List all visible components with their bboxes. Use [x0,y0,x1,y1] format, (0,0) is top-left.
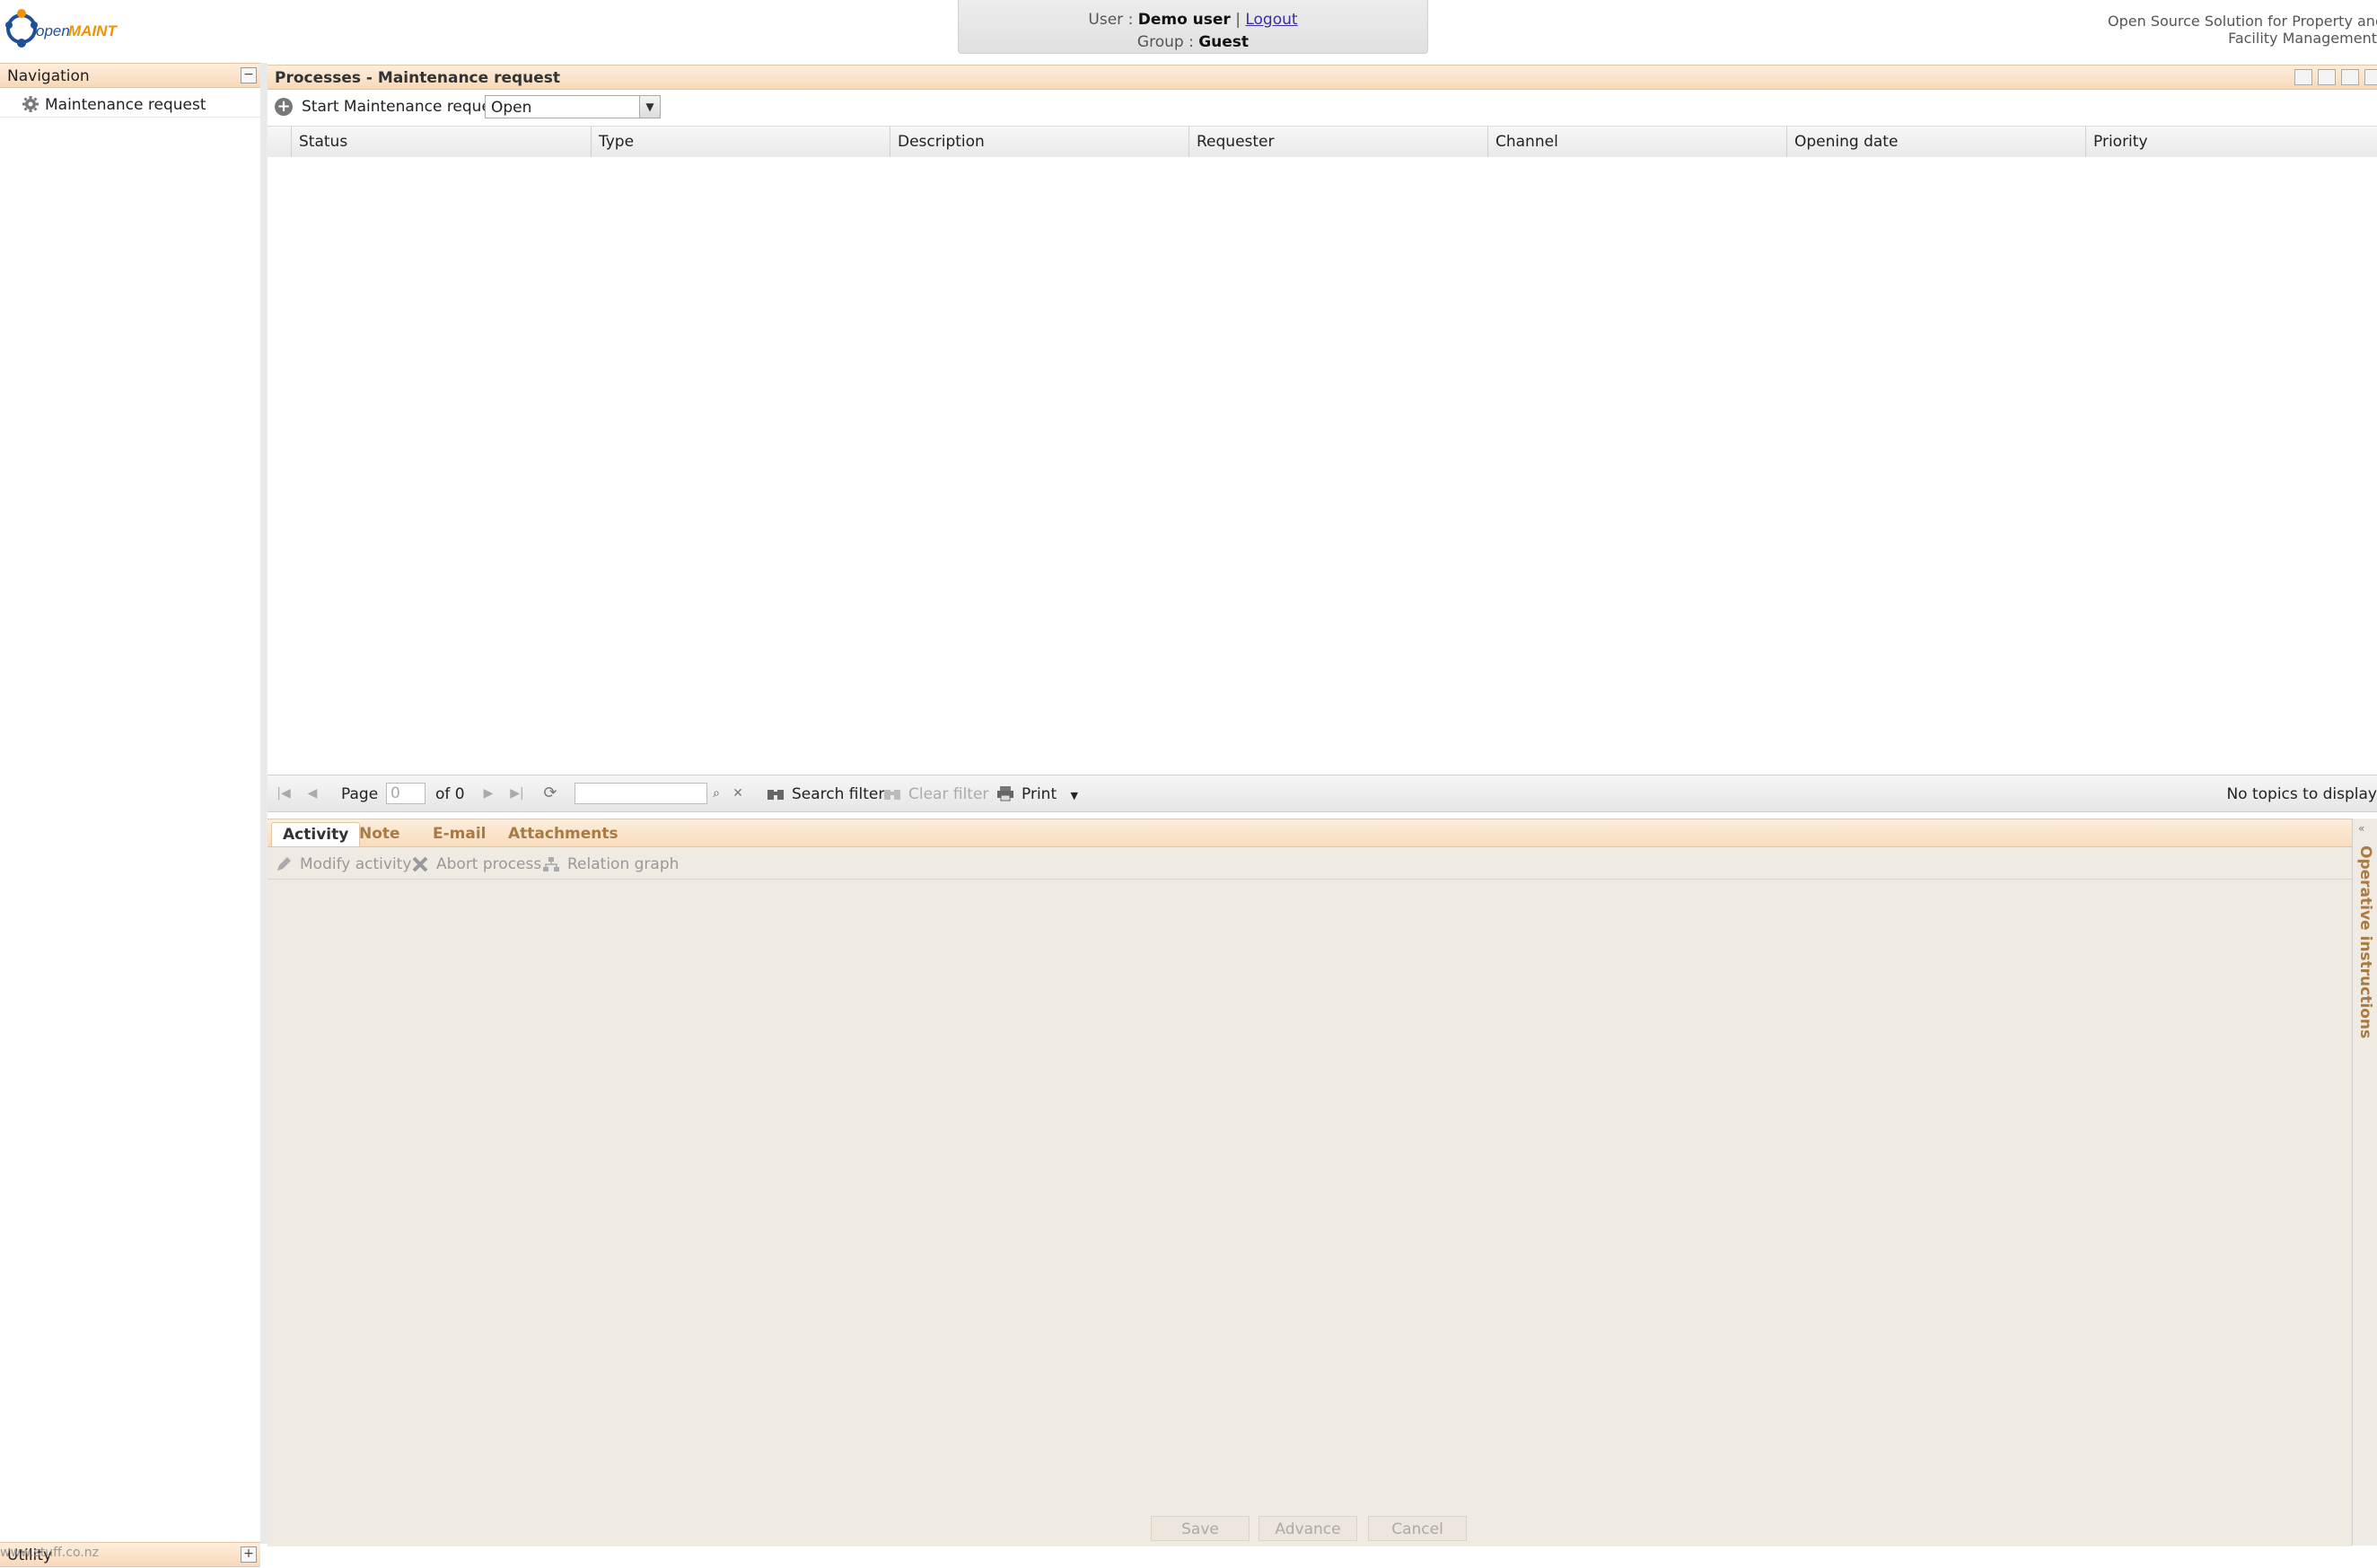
sidebar-splitter[interactable] [260,63,268,1544]
printer-icon [997,786,1013,802]
column-description[interactable]: Description [890,127,1188,157]
search-icon[interactable]: ⌕ [707,784,725,802]
start-button-label: Start Maintenance request [302,98,505,116]
tab-attachments[interactable]: Attachments [497,822,629,846]
graph-icon [543,857,559,872]
grid-body [268,157,2377,775]
page-label: Page [341,785,379,803]
relation-graph-button[interactable]: Relation graph [542,855,679,873]
binoculars-icon [767,790,784,800]
expand-icon[interactable]: + [241,1546,257,1563]
processes-title: Processes - Maintenance request [275,69,561,87]
last-page-icon[interactable]: ▶| [508,784,526,802]
openmaint-logo[interactable]: open MAINT [4,5,120,52]
processes-header: Processes - Maintenance request [268,65,2377,90]
column-status[interactable]: Status [291,127,591,157]
caret-down-icon: ▼ [1070,790,1078,802]
collapse-icon[interactable]: − [241,67,257,83]
modify-activity-label: Modify activity [300,855,412,873]
user-line: User : Demo user | Logout [959,9,1427,31]
svg-text:open: open [36,22,70,39]
add-icon: + [275,98,293,116]
page-number-input[interactable]: 0 [386,783,425,804]
cancel-button[interactable]: Cancel [1368,1516,1467,1541]
processes-panel: Processes - Maintenance request + Start … [268,65,2377,1546]
maximize-icon[interactable] [2341,69,2359,85]
tagline-line1: Open Source Solution for Property and [2108,13,2377,30]
advance-button[interactable]: Advance [1259,1516,1357,1541]
modify-activity-button[interactable]: Modify activity [275,855,411,873]
status-filter-value: Open [491,99,532,117]
navigation-title: Navigation [7,67,90,85]
search-filter-button[interactable]: Search filter [767,784,884,804]
column-requester[interactable]: Requester [1188,127,1487,157]
navigation-header: Navigation − [0,63,260,88]
app-header: open MAINT User : Demo user | Logout Gro… [0,0,2377,56]
save-button[interactable]: Save [1151,1516,1250,1541]
operative-instructions-panel[interactable]: « Operative instructions [2352,819,2377,1546]
gear-icon [22,96,39,112]
page-total: of 0 [435,785,465,803]
start-maintenance-request-button[interactable]: + Start Maintenance request [275,95,504,118]
user-info-box: User : Demo user | Logout Group : Guest [958,0,1428,54]
no-topics-text: No topics to display [2226,785,2377,803]
clear-filter-button[interactable]: Clear filter [883,784,988,804]
status-filter-select[interactable]: Open ▼ [485,95,661,118]
group-line: Group : Guest [959,31,1427,54]
next-page-icon[interactable]: ▶ [479,784,497,802]
print-window-icon[interactable] [2364,69,2377,85]
group-label: Group : [1136,33,1194,51]
processes-toolbar: + Start Maintenance request Open ▼ [268,92,2377,122]
expand-left-icon[interactable]: « [2358,822,2364,835]
navigation-panel: Navigation − Maintenance request Utility… [0,63,261,1567]
column-opening-date[interactable]: Opening date [1786,127,2085,157]
clear-filter-label: Clear filter [908,785,989,803]
tab-note[interactable]: Note [348,822,411,846]
clear-icon[interactable]: ✕ [729,784,747,802]
relation-graph-label: Relation graph [567,855,680,873]
form-buttons: Save Advance Cancel [268,1511,2352,1546]
list-icon[interactable] [2294,69,2312,85]
close-icon [412,856,428,872]
grid-header: Status Type Description Requester Channe… [268,126,2377,158]
pagination-toolbar: |◀ ◀ Page 0 of 0 ▶ ▶| ⟳ ⌕ ✕ Search filte… [268,775,2377,812]
first-page-icon[interactable]: |◀ [275,784,293,802]
svg-text:MAINT: MAINT [68,22,118,39]
operative-instructions-label: Operative instructions [2356,845,2374,1039]
user-name: Demo user [1137,11,1231,29]
print-button[interactable]: Print ▼ [996,784,1078,806]
group-name: Guest [1198,33,1250,51]
print-label: Print [1022,785,1057,803]
column-priority[interactable]: Priority [2085,127,2377,157]
user-label: User : [1088,11,1134,29]
minimize-icon[interactable] [2318,69,2336,85]
prev-page-icon[interactable]: ◀ [303,784,321,802]
column-channel[interactable]: Channel [1487,127,1786,157]
detail-panel: Activity Note E-mail Attachments Modify … [268,819,2352,1546]
abort-process-label: Abort process [436,855,542,873]
detail-tabs: Activity Note E-mail Attachments [268,819,2352,847]
chevron-down-icon[interactable]: ▼ [639,96,660,118]
nav-item-maintenance-request[interactable]: Maintenance request [0,93,260,118]
binoculars-icon [884,790,900,800]
search-filter-label: Search filter [792,785,885,803]
nav-item-label: Maintenance request [45,96,206,114]
tagline: Open Source Solution for Property and Fa… [2108,13,2377,47]
quick-search-input[interactable] [575,783,707,804]
page-number-value: 0 [390,784,400,802]
logout-link[interactable]: Logout [1245,11,1297,29]
separator: | [1235,11,1241,29]
column-type[interactable]: Type [591,127,890,157]
refresh-icon[interactable]: ⟳ [541,784,559,802]
tab-email[interactable]: E-mail [422,822,497,846]
tagline-line2: Facility Management [2228,30,2377,47]
tab-activity[interactable]: Activity [271,822,361,846]
abort-process-button[interactable]: Abort process [411,855,541,873]
detail-toolbar: Modify activity Abort process Relation g… [268,848,2352,880]
pencil-icon [277,857,291,871]
